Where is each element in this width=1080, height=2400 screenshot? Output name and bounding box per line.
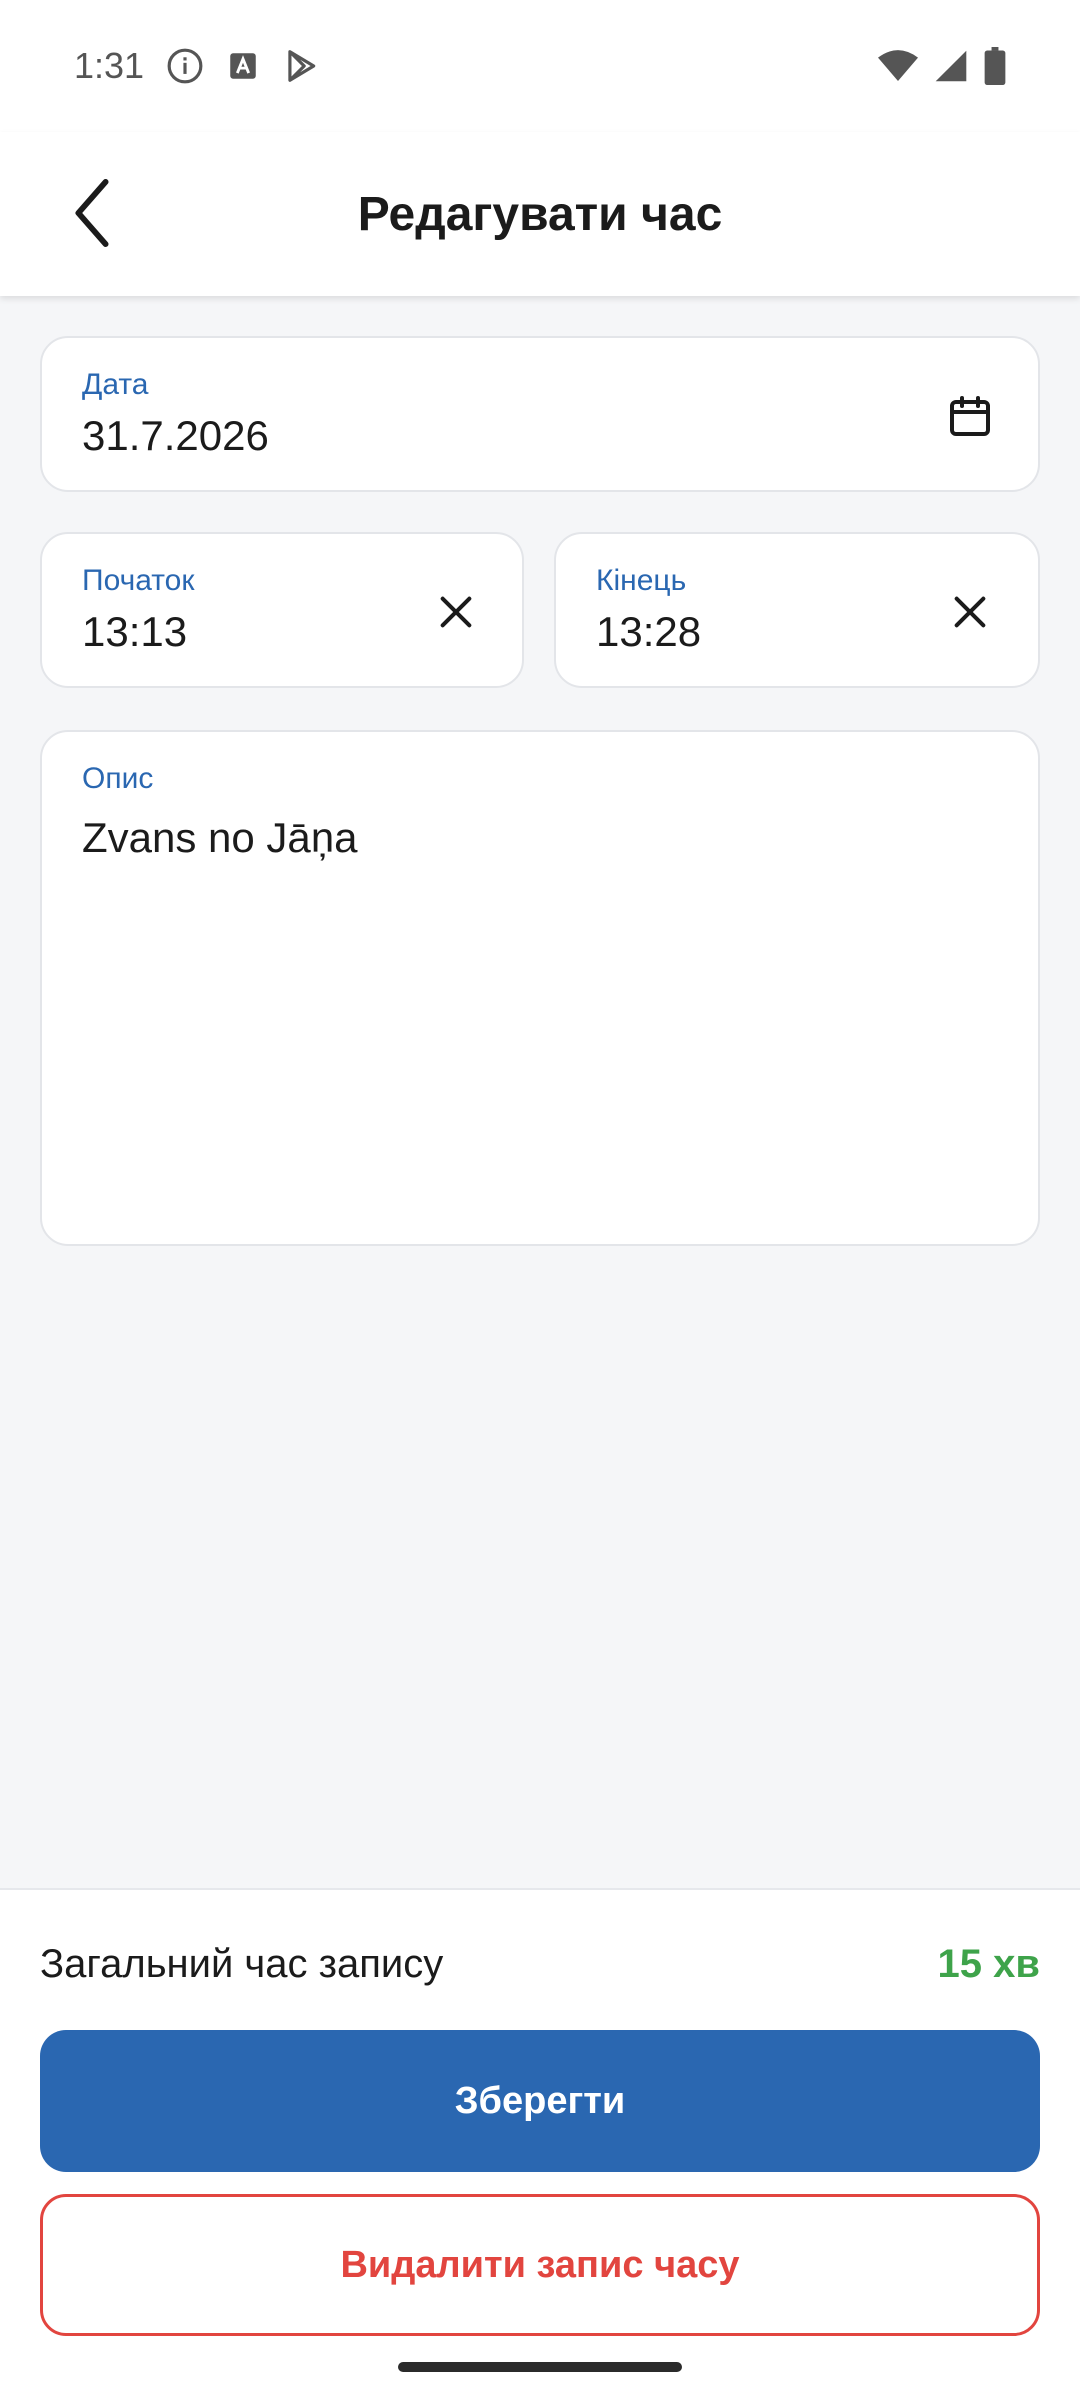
end-time-label: Кінець — [596, 564, 687, 597]
start-time-value: 13:13 — [82, 608, 188, 655]
status-right — [878, 47, 1006, 85]
status-bar: 1:31 — [0, 0, 1080, 132]
end-time-value: 13:28 — [596, 608, 702, 655]
wifi-icon — [878, 48, 918, 84]
page-title: Редагувати час — [357, 187, 723, 241]
screen: 1:31 Редагувати час Дата 31.7.2026 Почат… — [0, 0, 1080, 2400]
status-left: 1:31 — [74, 45, 320, 87]
clear-end-close-icon[interactable] — [946, 588, 994, 636]
start-time-label: Початок — [82, 564, 195, 597]
battery-icon — [984, 47, 1006, 85]
calendar-icon[interactable] — [942, 388, 998, 444]
date-field[interactable]: Дата 31.7.2026 — [40, 336, 1040, 492]
description-field[interactable]: Опис Zvans no Jāņa — [40, 730, 1040, 1246]
total-row: Загальний час запису 15 хв — [40, 1942, 1040, 1987]
status-time: 1:31 — [74, 45, 145, 86]
text-a-icon — [226, 49, 260, 83]
bottom-panel: Загальний час запису 15 хв Зберегти Вида… — [0, 1888, 1080, 2400]
cell-signal-icon — [934, 48, 968, 84]
description-label: Опис — [82, 762, 154, 795]
total-time-label: Загальний час запису — [40, 1942, 444, 1986]
home-indicator[interactable] — [398, 2362, 682, 2372]
play-store-icon — [282, 47, 320, 85]
date-label: Дата — [82, 368, 149, 401]
start-time-field[interactable]: Початок 13:13 — [40, 532, 524, 688]
info-icon — [166, 47, 204, 85]
clear-start-close-icon[interactable] — [432, 588, 480, 636]
chevron-left-icon — [72, 178, 112, 253]
delete-entry-button[interactable]: Видалити запис часу — [40, 2194, 1040, 2336]
description-value: Zvans no Jāņa — [82, 814, 358, 861]
save-button[interactable]: Зберегти — [40, 2030, 1040, 2172]
back-button[interactable] — [52, 170, 132, 260]
date-value: 31.7.2026 — [82, 412, 269, 459]
app-bar: Редагувати час — [0, 132, 1080, 296]
total-time-value: 15 хв — [937, 1942, 1040, 1986]
end-time-field[interactable]: Кінець 13:28 — [554, 532, 1040, 688]
